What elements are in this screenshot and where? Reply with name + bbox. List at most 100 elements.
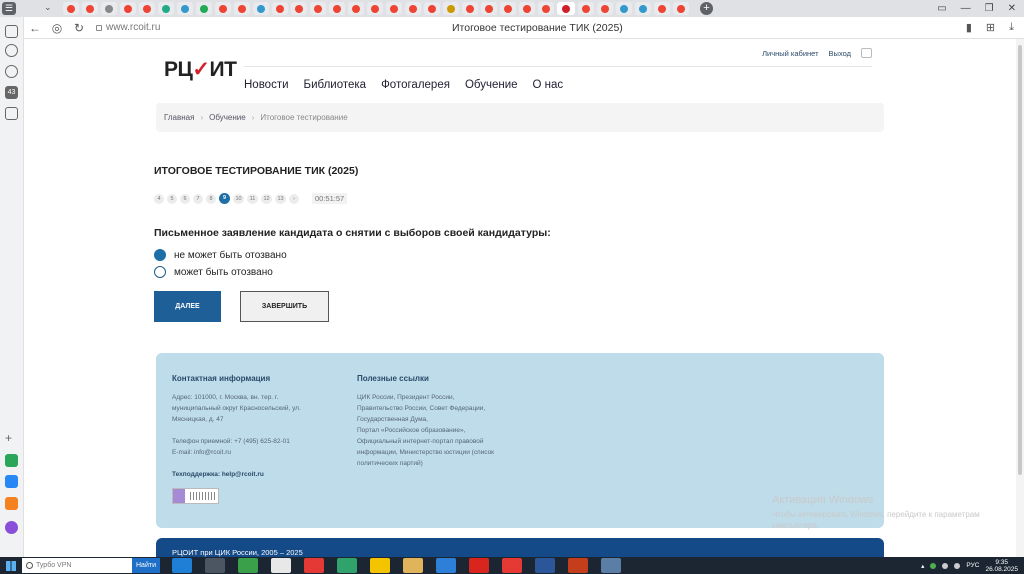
search-input[interactable]: Турбо VPN: [22, 558, 132, 573]
page-10[interactable]: 10: [233, 193, 244, 204]
history-icon[interactable]: [5, 44, 18, 57]
opera-icon[interactable]: [469, 558, 489, 573]
browser-tab[interactable]: [196, 2, 212, 15]
protect-icon[interactable]: ◎: [46, 21, 68, 35]
answer-option[interactable]: может быть отозвано: [154, 266, 273, 278]
page-5[interactable]: 5: [167, 193, 177, 204]
browser-tab[interactable]: [177, 2, 193, 15]
browser-tab[interactable]: [139, 2, 155, 15]
answer-option[interactable]: не может быть отозвано: [154, 249, 287, 261]
nav-item-news[interactable]: Новости: [244, 79, 289, 91]
app-icon[interactable]: [502, 558, 522, 573]
yandex-icon[interactable]: [304, 558, 324, 573]
counter-badge[interactable]: [172, 488, 219, 504]
browser-tab[interactable]: [616, 2, 632, 15]
download-icon[interactable]: ⤓: [1009, 21, 1014, 34]
reload-icon[interactable]: ↻: [68, 21, 90, 35]
nav-item-library[interactable]: Библиотека: [304, 79, 367, 91]
chevron-down-icon[interactable]: ⌄: [44, 2, 52, 13]
play-icon[interactable]: [5, 65, 18, 78]
page-4[interactable]: 4: [154, 193, 164, 204]
browser-tab[interactable]: [348, 2, 364, 15]
browser-tab[interactable]: [538, 2, 554, 15]
yandex-browser-icon[interactable]: [271, 558, 291, 573]
bookmarks-icon[interactable]: ▭: [937, 3, 946, 14]
footer-link[interactable]: Государственная Дума,: [357, 414, 494, 425]
browser-tab[interactable]: [673, 2, 689, 15]
network-icon[interactable]: [942, 562, 949, 569]
new-tab-icon[interactable]: +: [700, 2, 713, 15]
finish-button[interactable]: ЗАВЕРШИТЬ: [240, 291, 329, 322]
footer-link[interactable]: Портал «Российское образование»,: [357, 425, 494, 436]
browser-tab[interactable]: [158, 2, 174, 15]
app-icon[interactable]: [5, 454, 18, 467]
browser-tab[interactable]: [234, 2, 250, 15]
logout-link[interactable]: Выход: [829, 49, 851, 58]
start-icon[interactable]: [0, 557, 22, 574]
page-11[interactable]: 11: [247, 193, 258, 204]
language-indicator[interactable]: РУС: [966, 562, 979, 569]
browser-tab[interactable]: [443, 2, 459, 15]
edge-green-icon[interactable]: [337, 558, 357, 573]
restore-icon[interactable]: ❐: [985, 3, 994, 14]
page-6[interactable]: 6: [180, 193, 190, 204]
browser-tab[interactable]: [215, 2, 231, 15]
page-7[interactable]: 7: [193, 193, 203, 204]
breadcrumb-section[interactable]: Обучение: [209, 113, 246, 122]
footer-link[interactable]: политических партий): [357, 458, 494, 469]
breadcrumb-home[interactable]: Главная: [164, 113, 194, 122]
browser-tab[interactable]: [635, 2, 651, 15]
nav-item-about[interactable]: О нас: [533, 79, 564, 91]
search-button[interactable]: Найти: [132, 558, 160, 573]
nav-item-learning[interactable]: Обучение: [465, 79, 518, 91]
page-13[interactable]: 13: [275, 193, 286, 204]
browser-tab[interactable]: [272, 2, 288, 15]
browser-tab[interactable]: [500, 2, 516, 15]
back-icon[interactable]: ←: [24, 21, 46, 35]
powerpoint-icon[interactable]: [568, 558, 588, 573]
browser-tab[interactable]: [329, 2, 345, 15]
support-email-link[interactable]: help@rcoit.ru: [222, 471, 264, 478]
browser-tab[interactable]: [654, 2, 670, 15]
browser-tab[interactable]: [253, 2, 269, 15]
tray-icon[interactable]: [930, 562, 937, 569]
excel-icon[interactable]: [238, 558, 258, 573]
chevron-up-icon[interactable]: ▴: [921, 562, 924, 570]
extensions-icon[interactable]: ⊞: [986, 21, 995, 34]
collections-icon[interactable]: [5, 25, 18, 38]
scrollbar-thumb[interactable]: [1018, 45, 1022, 475]
browser-tab-active[interactable]: [557, 2, 575, 15]
close-icon[interactable]: ✕: [1008, 3, 1016, 14]
sitemap-icon[interactable]: [861, 48, 872, 58]
page-9-current[interactable]: 9: [219, 193, 230, 204]
word-icon[interactable]: [535, 558, 555, 573]
nav-item-gallery[interactable]: Фотогалерея: [381, 79, 450, 91]
radio-selected[interactable]: [154, 249, 166, 261]
browser-menu-icon[interactable]: ☰: [2, 2, 16, 15]
edge-icon[interactable]: [172, 558, 192, 573]
ok-icon[interactable]: [5, 497, 18, 510]
explorer-icon[interactable]: [403, 558, 423, 573]
clock[interactable]: 9:35 26.08.2025: [985, 559, 1018, 573]
task-view-icon[interactable]: [205, 558, 225, 573]
next-button[interactable]: ДАЛЕЕ: [154, 291, 221, 322]
browser-tab[interactable]: [82, 2, 98, 15]
footer-link[interactable]: Правительство России, Совет Федерации,: [357, 403, 494, 414]
app-icon[interactable]: [601, 558, 621, 573]
footer-link[interactable]: информации, Министерство юстиции (список: [357, 447, 494, 458]
browser-tab[interactable]: [367, 2, 383, 15]
browser-tab[interactable]: [120, 2, 136, 15]
alice-icon[interactable]: [5, 521, 18, 534]
minimize-icon[interactable]: —: [961, 3, 971, 14]
cabinet-link[interactable]: Личный кабинет: [762, 49, 818, 58]
vk-icon[interactable]: [5, 475, 18, 488]
page-12[interactable]: 12: [261, 193, 272, 204]
bookmark-icon[interactable]: ▮: [966, 21, 972, 34]
browser-tab[interactable]: [101, 2, 117, 15]
browser-tab[interactable]: [578, 2, 594, 15]
radio-unselected[interactable]: [154, 266, 166, 278]
browser-tab[interactable]: [597, 2, 613, 15]
browser-tab[interactable]: [386, 2, 402, 15]
browser-tab[interactable]: [462, 2, 478, 15]
screenshot-icon[interactable]: [5, 107, 18, 120]
